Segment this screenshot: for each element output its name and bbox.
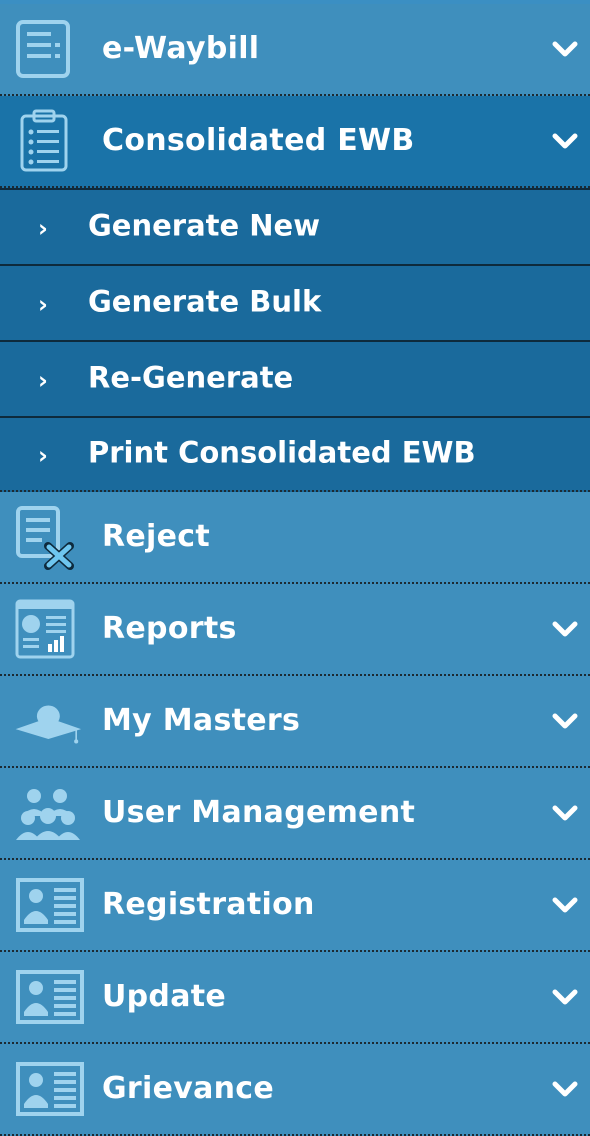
menu-item-grievance[interactable]: Grievance	[0, 1044, 590, 1136]
menu-item-consolidated-ewb[interactable]: Consolidated EWB	[0, 96, 590, 188]
submenu-label: Generate New	[88, 208, 321, 243]
menu-label-consolidated-ewb: Consolidated EWB	[102, 122, 415, 158]
menu-label-reject: Reject	[102, 518, 211, 554]
sidebar-menu: e-Waybill Consolidated EWB › Generate Ne…	[0, 0, 590, 1136]
menu-item-update[interactable]: Update	[0, 952, 590, 1044]
document-reject-icon	[14, 506, 86, 570]
document-list-icon	[14, 18, 86, 80]
chevron-right-icon: ›	[38, 366, 48, 395]
menu-label-registration: Registration	[102, 886, 315, 922]
menu-item-reject[interactable]: Reject	[0, 492, 590, 584]
submenu-consolidated-ewb: › Generate New › Generate Bulk › Re-Gene…	[0, 188, 590, 492]
submenu-label: Re-Generate	[88, 360, 294, 395]
submenu-label: Print Consolidated EWB	[88, 435, 476, 470]
chevron-right-icon: ›	[38, 214, 48, 243]
submenu-item-generate-new[interactable]: › Generate New	[0, 188, 590, 264]
chevron-down-icon	[552, 713, 578, 729]
menu-item-registration[interactable]: Registration	[0, 860, 590, 952]
menu-item-ewaybill[interactable]: e-Waybill	[0, 4, 590, 96]
menu-label-user-management: User Management	[102, 794, 416, 830]
menu-label-my-masters: My Masters	[102, 702, 301, 738]
chevron-down-icon	[552, 805, 578, 821]
id-card-icon	[14, 874, 86, 936]
submenu-item-re-generate[interactable]: › Re-Generate	[0, 340, 590, 416]
chevron-down-icon	[552, 897, 578, 913]
users-group-icon	[14, 782, 86, 844]
id-card-icon	[14, 1058, 86, 1120]
chevron-down-icon	[552, 41, 578, 57]
menu-label-update: Update	[102, 978, 227, 1014]
id-card-icon	[14, 966, 86, 1028]
chevron-down-icon	[552, 621, 578, 637]
menu-item-my-masters[interactable]: My Masters	[0, 676, 590, 768]
chevron-down-icon	[552, 989, 578, 1005]
menu-label-grievance: Grievance	[102, 1070, 275, 1106]
menu-label-ewaybill: e-Waybill	[102, 30, 260, 66]
menu-item-user-management[interactable]: User Management	[0, 768, 590, 860]
chevron-down-icon	[552, 133, 578, 149]
submenu-label: Generate Bulk	[88, 284, 322, 319]
clipboard-list-icon	[14, 109, 86, 172]
submenu-item-print-consolidated-ewb[interactable]: › Print Consolidated EWB	[0, 416, 590, 492]
graduation-cap-icon	[14, 690, 86, 752]
chevron-right-icon: ›	[38, 290, 48, 319]
submenu-item-generate-bulk[interactable]: › Generate Bulk	[0, 264, 590, 340]
menu-item-reports[interactable]: Reports	[0, 584, 590, 676]
reports-dashboard-icon	[14, 598, 86, 660]
menu-label-reports: Reports	[102, 610, 237, 646]
chevron-down-icon	[552, 1081, 578, 1097]
chevron-right-icon: ›	[38, 441, 48, 470]
